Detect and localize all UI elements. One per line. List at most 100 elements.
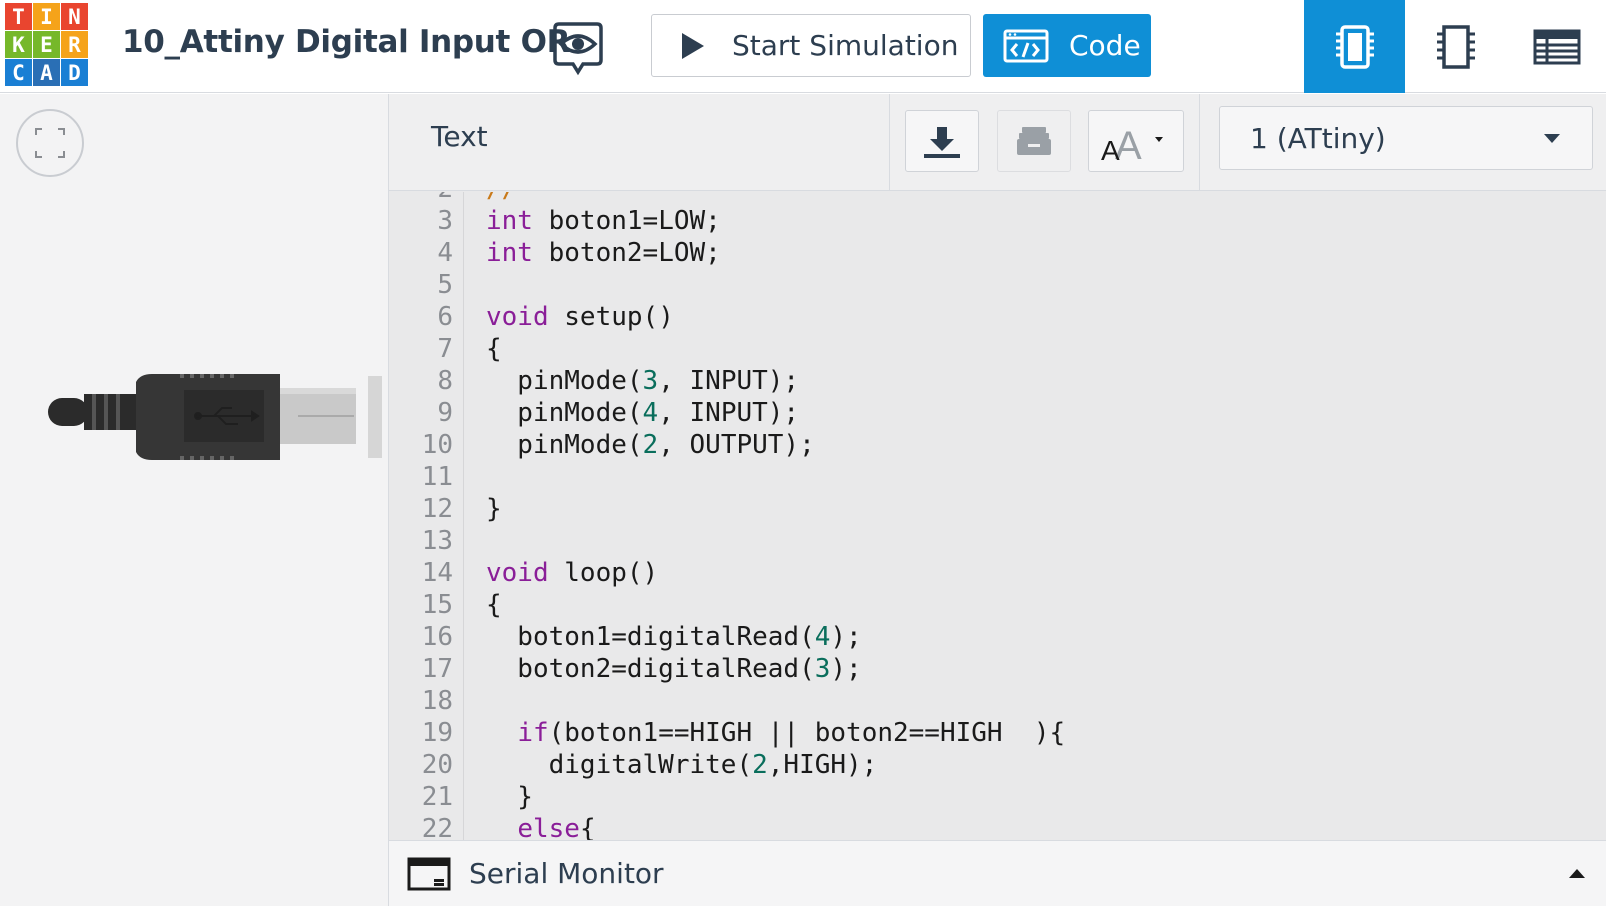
logo-letter: I: [33, 3, 60, 30]
line-number: 11: [421, 462, 453, 492]
code-text: {: [486, 589, 502, 621]
code-token: (boton1==HIGH || boton2==HIGH ){: [548, 718, 1066, 748]
component-list-button[interactable]: [1506, 0, 1606, 93]
line-number: 2: [389, 192, 453, 205]
code-button[interactable]: Code: [983, 14, 1151, 77]
code-number: 4: [814, 622, 831, 652]
code-toolbar: Text A A 1 (ATtiny): [389, 94, 1606, 191]
code-line[interactable]: 18: [389, 685, 1606, 717]
code-text: int boton2=LOW;: [486, 237, 721, 269]
schematic-view-button[interactable]: [1405, 0, 1506, 93]
font-size-icon: A A: [1101, 124, 1163, 163]
code-line[interactable]: 12}: [389, 493, 1606, 525]
schematic-view-icon: [1436, 24, 1475, 69]
code-keyword: int: [486, 238, 533, 268]
code-line[interactable]: 10 pinMode(2, OUTPUT);: [389, 429, 1606, 461]
device-select-value: 1 (ATtiny): [1250, 121, 1386, 155]
line-number: 5: [437, 270, 453, 300]
tinkercad-logo[interactable]: T I N K E R C A D: [5, 3, 89, 87]
code-token: digitalWrite(: [486, 750, 753, 780]
circuit-view-icon: [1335, 24, 1374, 69]
code-keyword: else: [517, 814, 580, 840]
code-line[interactable]: 9 pinMode(4, INPUT);: [389, 397, 1606, 429]
logo-letter: A: [33, 59, 60, 86]
code-line[interactable]: 13: [389, 525, 1606, 557]
code-token: {: [486, 590, 502, 620]
code-text: //: [486, 192, 517, 205]
code-line[interactable]: 6 void setup(): [389, 301, 1606, 333]
code-token: , INPUT);: [658, 366, 800, 396]
download-code-button[interactable]: [905, 110, 979, 172]
code-editor[interactable]: 2 // 3 int boton1=LOW; 4 int boton2=LOW; 56 voi…: [389, 192, 1606, 840]
code-token: boton2=digitalRead(: [486, 654, 815, 684]
code-line[interactable]: 2 //: [389, 192, 1606, 205]
code-line[interactable]: 7{: [389, 333, 1606, 365]
download-icon: [924, 127, 960, 158]
code-line[interactable]: 19 if(boton1==HIGH || boton2==HIGH ){: [389, 717, 1606, 749]
code-line[interactable]: 3 int boton1=LOW;: [389, 205, 1606, 237]
circuit-view-button[interactable]: [1304, 0, 1405, 93]
code-number: 2: [642, 430, 659, 460]
logo-letter: T: [5, 3, 32, 30]
line-number: 13: [421, 526, 453, 556]
code-line[interactable]: 11: [389, 461, 1606, 493]
fit-view-button[interactable]: [16, 109, 84, 177]
code-token: pinMode(: [486, 366, 643, 396]
code-token: boton2=LOW;: [532, 238, 721, 268]
code-token: );: [830, 654, 862, 684]
library-button[interactable]: [997, 110, 1071, 172]
logo-letter: R: [61, 31, 88, 58]
line-number: 16: [421, 622, 453, 652]
code-line[interactable]: 22 else{: [389, 813, 1606, 840]
device-select[interactable]: 1 (ATtiny): [1219, 106, 1593, 170]
code-line[interactable]: 14 void loop(): [389, 557, 1606, 589]
logo-letter: D: [61, 59, 88, 86]
line-number: 18: [421, 686, 453, 716]
circuit-canvas[interactable]: [0, 94, 388, 906]
code-token: , INPUT);: [658, 398, 800, 428]
toolbar-divider: [1199, 94, 1200, 191]
code-text: else{: [486, 813, 596, 840]
code-token: {: [579, 814, 596, 840]
code-line[interactable]: 17 boton2=digitalRead(3);: [389, 653, 1606, 685]
chevron-up-icon[interactable]: [1569, 869, 1585, 878]
logo-letter: N: [61, 3, 88, 30]
code-number: 3: [642, 366, 659, 396]
code-text: if(boton1==HIGH || boton2==HIGH ){: [486, 717, 1065, 749]
code-line[interactable]: 8 pinMode(3, INPUT);: [389, 365, 1606, 397]
top-bar: T I N K E R C A D 10_Attiny Digital Inpu…: [0, 0, 1606, 93]
project-title[interactable]: 10_Attiny Digital Input OR: [122, 24, 571, 60]
code-line[interactable]: 21 }: [389, 781, 1606, 813]
serial-monitor-bar[interactable]: Serial Monitor: [389, 840, 1606, 906]
code-text: pinMode(4, INPUT);: [486, 397, 799, 429]
code-text: }: [486, 493, 502, 525]
code-text: void loop(): [486, 557, 658, 589]
code-line[interactable]: 16 boton1=digitalRead(4);: [389, 621, 1606, 653]
serial-monitor-label: Serial Monitor: [469, 857, 664, 890]
code-line[interactable]: 5: [389, 269, 1606, 301]
start-simulation-button[interactable]: Start Simulation: [651, 14, 971, 77]
code-text: }: [486, 781, 533, 813]
code-line[interactable]: 4 int boton2=LOW;: [389, 237, 1606, 269]
font-size-button[interactable]: A A: [1088, 110, 1184, 172]
line-number: 9: [437, 398, 453, 428]
line-number: 20: [421, 750, 453, 780]
code-token: );: [830, 622, 862, 652]
code-keyword: void: [486, 302, 549, 332]
line-number: 10: [421, 430, 453, 460]
code-line[interactable]: 15 {: [389, 589, 1606, 621]
code-comment: //: [486, 192, 517, 204]
visibility-button[interactable]: [553, 20, 603, 76]
code-token: boton1=LOW;: [532, 206, 721, 236]
code-line[interactable]: 20 digitalWrite(2,HIGH);: [389, 749, 1606, 781]
code-token: pinMode(: [486, 398, 643, 428]
editor-mode-select[interactable]: Text: [431, 120, 488, 153]
code-text: pinMode(2, OUTPUT);: [486, 429, 814, 461]
play-icon: [682, 32, 704, 59]
code-token: }: [486, 782, 533, 812]
line-number: 6: [437, 302, 453, 332]
library-icon: [1017, 127, 1051, 155]
line-number: 8: [437, 366, 453, 396]
